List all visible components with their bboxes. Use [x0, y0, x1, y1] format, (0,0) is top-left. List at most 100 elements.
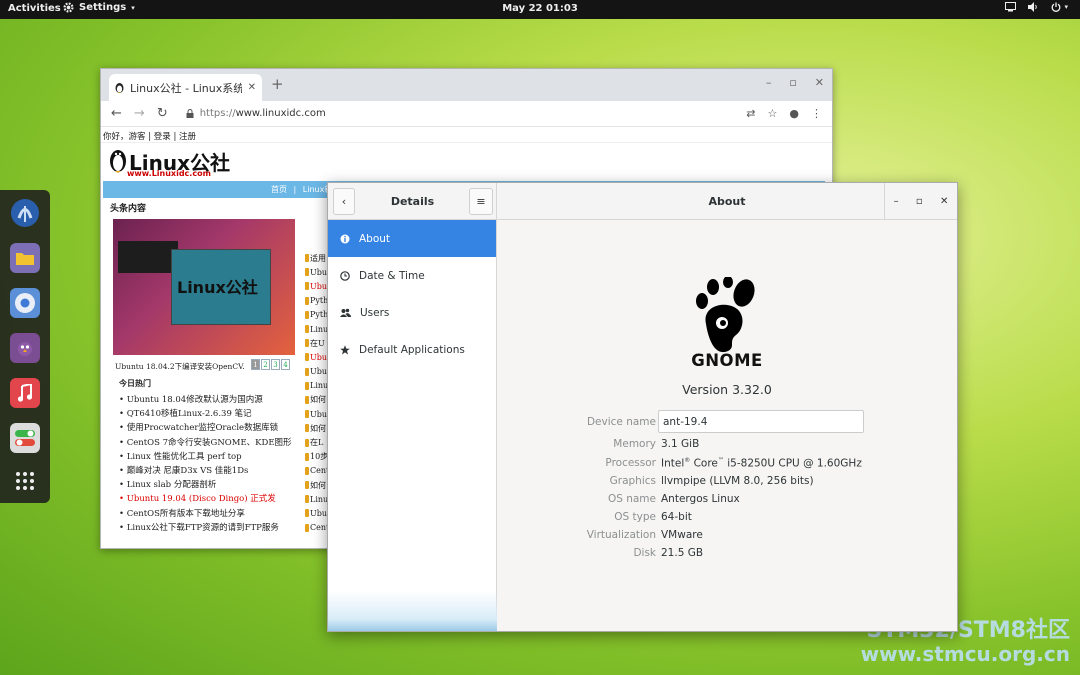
maximize-button[interactable]: ▫ — [789, 76, 796, 89]
browser-tab[interactable]: Linux公社 - Linux系统门 ✕ — [109, 74, 262, 101]
app-menu-button[interactable]: Settings ▾ — [63, 2, 135, 13]
list-item[interactable]: 适用 — [305, 251, 329, 265]
close-button[interactable]: ✕ — [940, 196, 948, 207]
list-item[interactable]: Linu — [305, 379, 329, 393]
top-bar: Activities Settings ▾ May 22 01:03 ▾ — [0, 0, 1080, 19]
menu-button[interactable]: ≡ — [469, 188, 493, 215]
translate-icon[interactable]: ⇄ — [746, 107, 755, 120]
list-item[interactable]: Cent — [305, 521, 329, 535]
login-bar[interactable]: 你好，游客 | 登录 | 注册 — [101, 127, 832, 143]
clock[interactable]: May 22 01:03 — [502, 3, 578, 14]
list-item[interactable]: Linu — [305, 322, 329, 336]
right-article-list: 适用 Ubu Ubu Pyth Pyth Linu 在U Ubu Ubu Lin… — [305, 251, 329, 535]
sidebar-header: ‹ Details ≡ — [328, 183, 497, 220]
dock-chromium[interactable] — [10, 288, 40, 318]
list-item[interactable]: Pyth — [305, 294, 329, 308]
list-item[interactable]: • CentOS所有版本下载地址分享 — [119, 507, 299, 521]
list-item[interactable]: • 巅峰对决 尼康D3x VS 佳能1Ds — [119, 464, 299, 478]
activities-button[interactable]: Activities — [8, 3, 61, 14]
chromium-icon — [15, 293, 35, 313]
feature-image[interactable]: Linux公社 — [113, 219, 295, 355]
bookmark-star-icon[interactable]: ☆ — [768, 107, 778, 120]
toggle-settings-icon — [15, 430, 35, 446]
list-item[interactable]: 如何 — [305, 393, 329, 407]
graphics-label: Graphics — [609, 475, 656, 487]
list-item[interactable]: • QT6410移植Linux-2.6.39 笔记 — [119, 407, 299, 421]
list-item[interactable]: Ubu — [305, 350, 329, 364]
list-item[interactable]: 如何 — [305, 478, 329, 492]
browser-tab-strip: Linux公社 - Linux系统门 ✕ + – ▫ ✕ — [101, 69, 832, 101]
disk-value: 21.5 GB — [661, 547, 704, 559]
list-item[interactable]: • Ubuntu 18.04修改默认源为国内源 — [119, 393, 299, 407]
list-item[interactable]: • Linux 性能优化工具 perf top — [119, 450, 299, 464]
url-host: www.linuxidc.com — [235, 108, 326, 119]
list-item[interactable]: Ubu — [305, 279, 329, 293]
pager-item[interactable]: 2 — [261, 359, 270, 370]
feature-logo: Linux公社 — [177, 278, 258, 297]
sidebar-item-users[interactable]: Users — [328, 294, 496, 331]
list-item[interactable]: 在L — [305, 435, 329, 449]
dock-pidgin[interactable] — [10, 333, 40, 363]
maximize-button[interactable]: ▫ — [916, 196, 923, 207]
users-icon — [340, 308, 351, 317]
close-tab-icon[interactable]: ✕ — [248, 82, 256, 93]
account-icon[interactable]: ● — [789, 107, 799, 120]
pager-item[interactable]: 3 — [271, 359, 280, 370]
list-item[interactable]: Linu — [305, 492, 329, 506]
pager-item[interactable]: 1 — [251, 359, 260, 370]
sidebar-item-default-applications[interactable]: Default Applications — [328, 331, 496, 368]
sidebar-bottom-glow — [328, 591, 497, 631]
list-item[interactable]: • Ubuntu 19.04 (Disco Dingo) 正式发 — [119, 492, 299, 506]
menu-dots-icon[interactable]: ⋮ — [811, 107, 822, 120]
reload-icon[interactable]: ↻ — [157, 106, 168, 121]
forward-arrow-icon[interactable]: → — [134, 106, 145, 121]
browser-window-controls: – ▫ ✕ — [766, 76, 824, 89]
system-tray[interactable]: ▾ — [1005, 2, 1068, 12]
page-title: About — [708, 195, 746, 208]
list-item[interactable]: 如何 — [305, 421, 329, 435]
logo-url: www.Linuxidc.com — [127, 169, 211, 178]
about-panel: GNOME Version 3.32.0 Device name Memory … — [497, 220, 957, 631]
list-item[interactable]: • Linux公社下载FTP资源的请到FTP服务 — [119, 521, 299, 535]
dock-settings[interactable] — [10, 423, 40, 453]
device-name-input[interactable] — [658, 410, 864, 433]
list-item[interactable]: Cent — [305, 464, 329, 478]
sidebar-item-about[interactable]: About — [328, 220, 496, 257]
power-icon — [1052, 2, 1061, 12]
app-grid-icon — [16, 472, 34, 490]
list-item[interactable]: 10步 — [305, 450, 329, 464]
list-item[interactable]: Ubu — [305, 506, 329, 520]
close-button[interactable]: ✕ — [815, 76, 824, 89]
section-title: 头条内容 — [110, 204, 147, 214]
list-item[interactable]: Ubu — [305, 365, 329, 379]
back-arrow-icon[interactable]: ← — [111, 106, 122, 121]
dock-antergos[interactable] — [10, 198, 40, 228]
list-item[interactable]: 在U — [305, 336, 329, 350]
virtualization-row: Virtualization VMware — [497, 529, 957, 547]
site-logo[interactable]: Linux公社 www.Linuxidc.com — [109, 147, 230, 178]
dock-music[interactable] — [10, 378, 40, 408]
new-tab-button[interactable]: + — [271, 75, 284, 93]
sidebar-item-date-time[interactable]: Date & Time — [328, 257, 496, 294]
terminal-thumb — [118, 241, 178, 273]
pager-item[interactable]: 4 — [281, 359, 290, 370]
processor-label: Processor — [605, 457, 656, 469]
address-bar[interactable]: https://www.linuxidc.com — [186, 108, 735, 119]
minimize-button[interactable]: – — [894, 196, 899, 207]
list-item[interactable]: • CentOS 7命令行安装GNOME、KDE图形 — [119, 436, 299, 450]
nav-item[interactable]: 首页 — [271, 185, 287, 194]
minimize-button[interactable]: – — [766, 76, 772, 89]
list-item[interactable]: Pyth — [305, 308, 329, 322]
memory-value: 3.1 GiB — [661, 438, 700, 450]
list-item[interactable]: Ubu — [305, 265, 329, 279]
list-item[interactable]: • Linux slab 分配器剖析 — [119, 478, 299, 492]
settings-window[interactable]: ‹ Details ≡ About – ▫ ✕ About Date & Tim… — [327, 182, 958, 632]
dock-files[interactable] — [10, 243, 40, 273]
list-item[interactable]: • 使用Procwatcher监控Oracle数据库锁 — [119, 421, 299, 435]
feature-caption[interactable]: Ubuntu 18.04.2下编译安装OpenCV... — [115, 361, 245, 372]
tux-favicon-icon — [115, 83, 124, 93]
star-icon — [340, 344, 350, 354]
list-item[interactable]: Ubu — [305, 407, 329, 421]
dock-show-applications[interactable] — [10, 466, 40, 496]
power-menu[interactable]: ▾ — [1051, 2, 1068, 12]
